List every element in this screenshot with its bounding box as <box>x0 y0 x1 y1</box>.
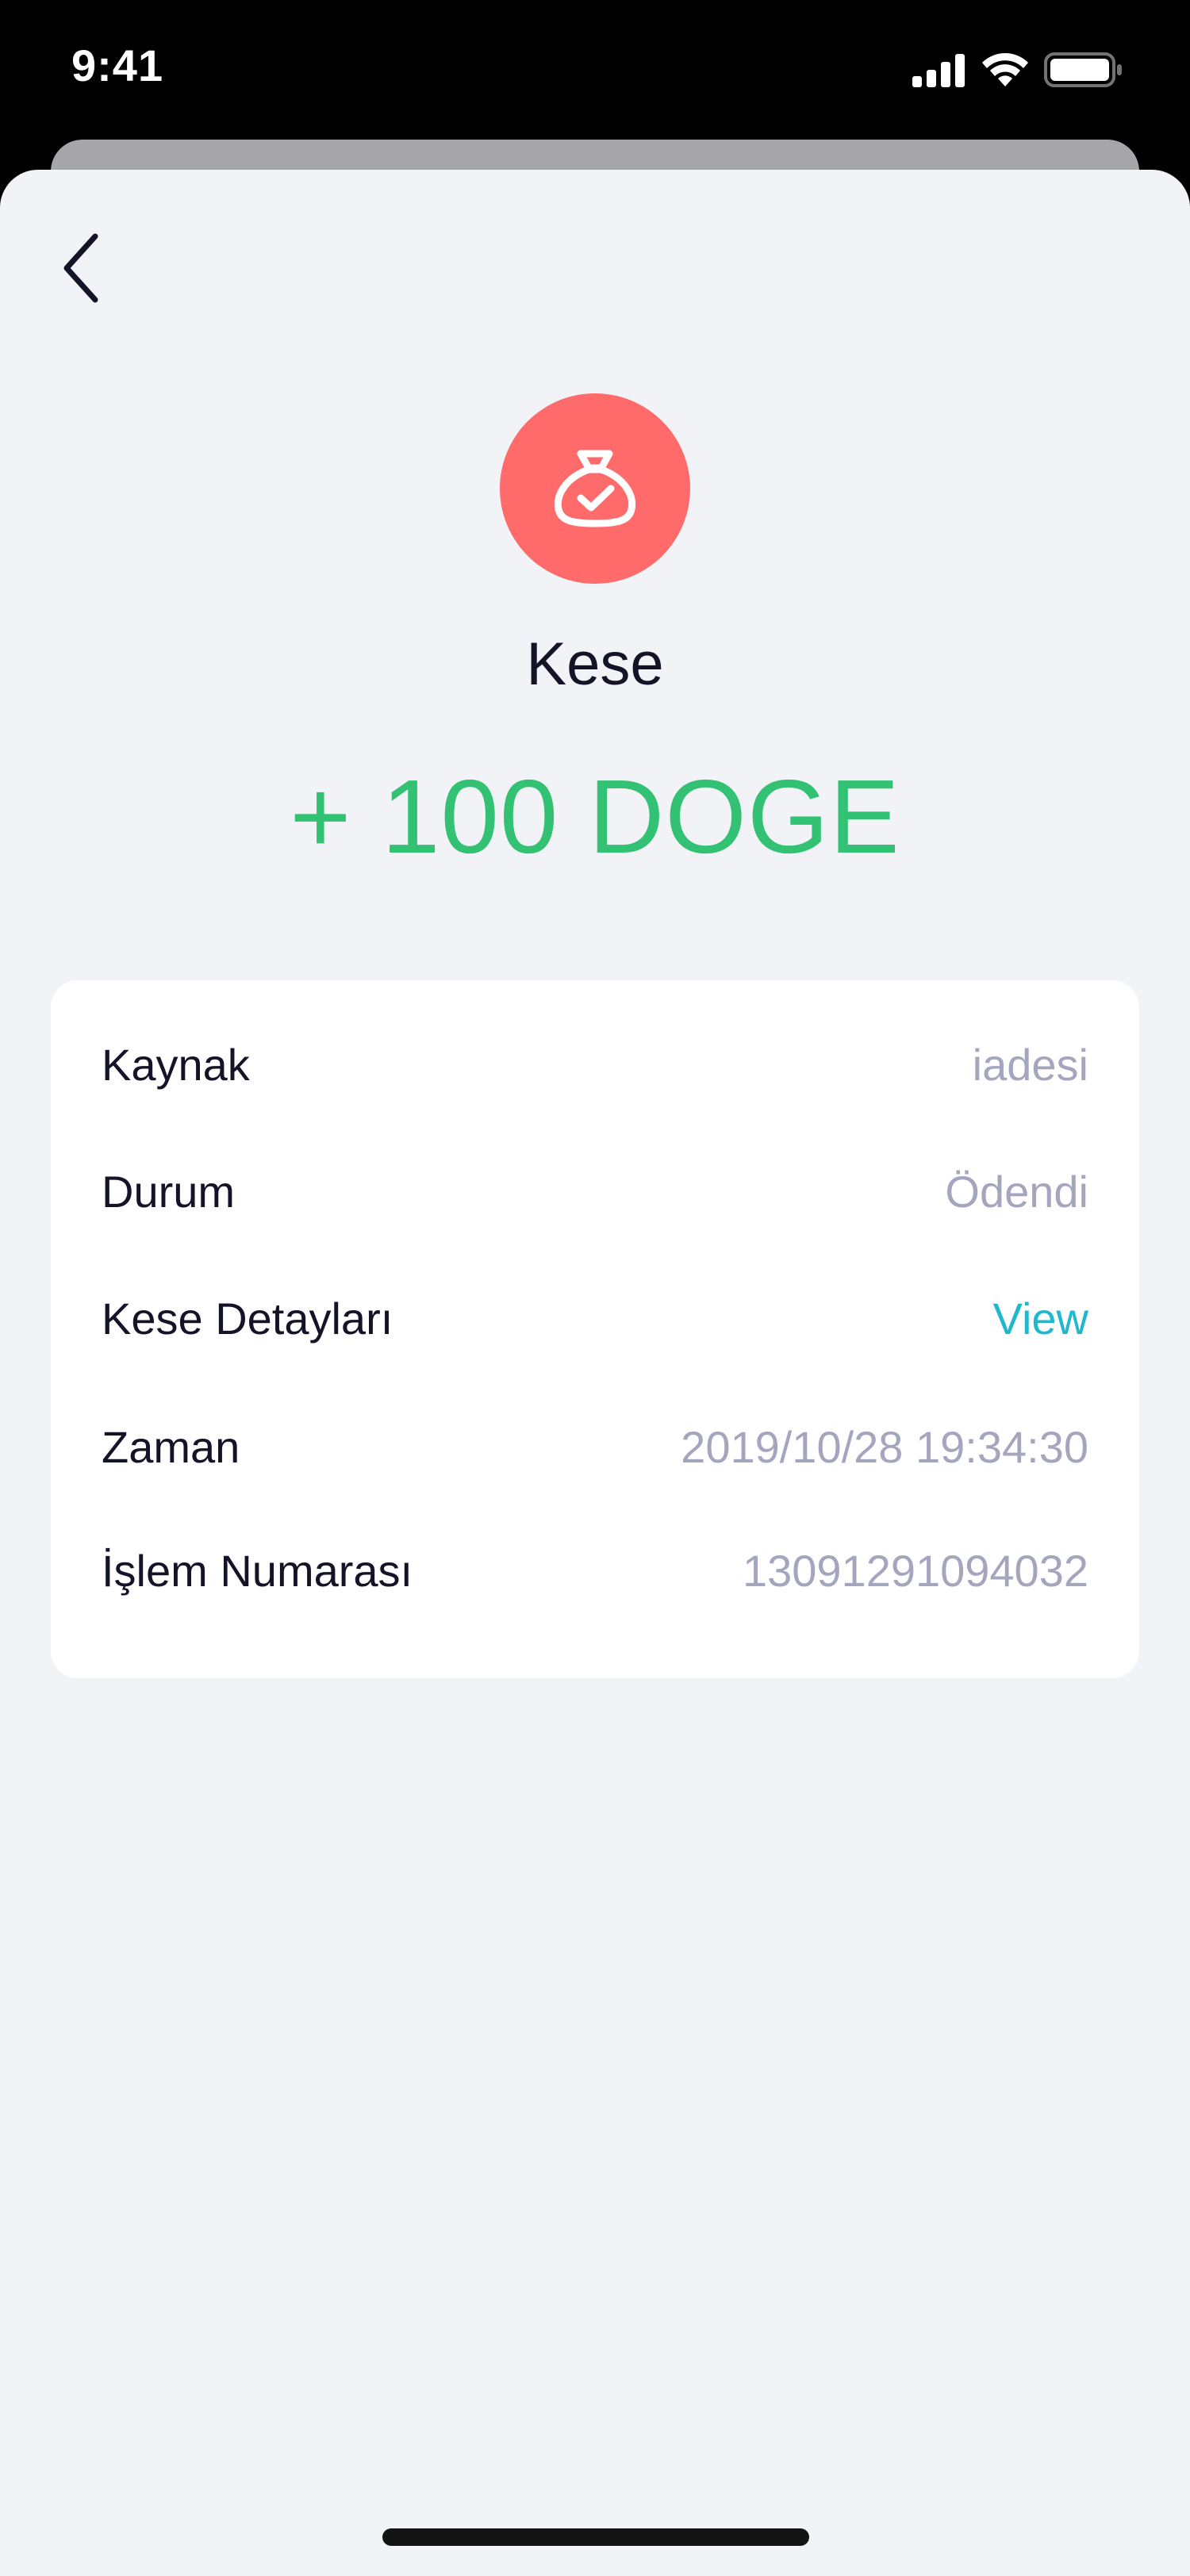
money-bag-check-icon <box>549 446 641 532</box>
detail-value: Ödendi <box>945 1166 1088 1217</box>
home-indicator[interactable] <box>382 2528 809 2546</box>
details-card: Kaynak iadesi Durum Ödendi Kese Detaylar… <box>51 980 1139 1678</box>
back-button[interactable] <box>49 222 113 317</box>
detail-row-time: Zaman 2019/10/28 19:34:30 <box>102 1409 1088 1485</box>
detail-value: 2019/10/28 19:34:30 <box>681 1421 1088 1472</box>
wifi-icon <box>981 52 1030 92</box>
detail-label: Kaynak <box>102 1039 250 1090</box>
chevron-left-icon <box>59 232 103 309</box>
detail-row-source: Kaynak iadesi <box>102 1026 1088 1102</box>
cellular-signal-icon <box>912 52 966 91</box>
transaction-title: Kese <box>526 631 664 698</box>
transaction-detail-sheet: Kese + 100 DOGE Kaynak iadesi Durum Öden… <box>0 170 1190 2576</box>
detail-label: Kese Detayları <box>102 1293 393 1344</box>
detail-value: iadesi <box>972 1039 1088 1090</box>
detail-row-status: Durum Ödendi <box>102 1153 1088 1229</box>
status-time: 9:41 <box>71 40 164 90</box>
transaction-type-avatar <box>500 393 690 584</box>
status-icons <box>912 49 1123 94</box>
battery-icon <box>1044 51 1123 93</box>
detail-value: 13091291094032 <box>742 1545 1088 1596</box>
detail-label: Durum <box>102 1166 236 1217</box>
detail-label: İşlem Numarası <box>102 1545 413 1596</box>
detail-label: Zaman <box>102 1421 240 1472</box>
view-details-link[interactable]: View <box>993 1293 1088 1344</box>
detail-row-bag-details: Kese Detayları View <box>102 1280 1088 1356</box>
detail-row-transaction-number: İşlem Numarası 13091291094032 <box>102 1532 1088 1608</box>
transaction-amount: + 100 DOGE <box>290 758 900 875</box>
